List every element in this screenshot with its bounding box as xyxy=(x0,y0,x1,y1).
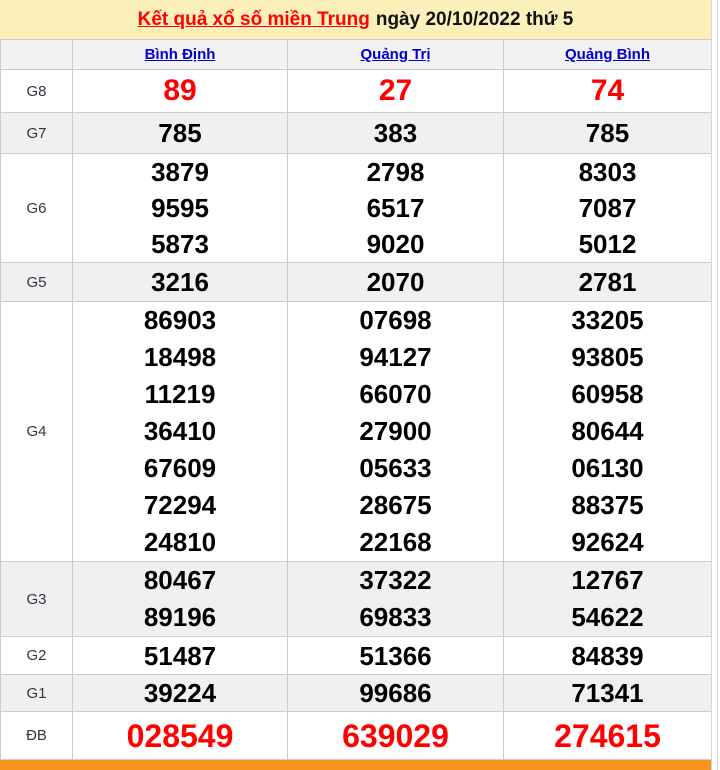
title-band: Kết quả xổ số miền Trung ngày 20/10/2022… xyxy=(0,0,711,40)
province-link-quang-tri[interactable]: Quảng Trị xyxy=(360,46,430,63)
prize-cell-g8-quang-binh: 74 xyxy=(503,69,712,114)
province-link-quang-binh[interactable]: Quảng Bình xyxy=(565,46,650,63)
prize-label-g3: G3 xyxy=(0,561,73,638)
prize-cell-db-binh-dinh: 028549 xyxy=(72,711,288,761)
page: Kết quả xổ số miền Trung ngày 20/10/2022… xyxy=(0,0,720,770)
prize-cell-g6-binh-dinh: 3879 9595 5873 xyxy=(72,153,288,264)
prize-row-g4: G4 86903 18498 11219 36410 67609 72294 2… xyxy=(0,301,712,563)
title-date: ngày 20/10/2022 thứ 5 xyxy=(375,8,574,30)
province-link-binh-dinh[interactable]: Bình Định xyxy=(145,46,216,63)
prize-label-g7: G7 xyxy=(0,112,73,155)
prize-row-g6: G6 3879 9595 5873 2798 6517 9020 8303 70… xyxy=(0,153,712,264)
prize-label-g6: G6 xyxy=(0,153,73,264)
prize-row-g2: G2 51487 51366 84839 xyxy=(0,636,712,676)
scrollbar-gutter[interactable] xyxy=(711,0,720,770)
corner-cell xyxy=(0,39,73,71)
prize-cell-g3-quang-binh: 12767 54622 xyxy=(503,561,712,638)
prize-label-g4: G4 xyxy=(0,301,73,563)
prize-cell-g6-quang-tri: 2798 6517 9020 xyxy=(287,153,504,264)
prize-label-g1: G1 xyxy=(0,674,73,713)
prize-cell-g3-quang-tri: 37322 69833 xyxy=(287,561,504,638)
column-header-row: Bình Định Quảng Trị Quảng Bình xyxy=(0,39,712,71)
title-link[interactable]: Kết quả xổ số miền Trung xyxy=(138,9,370,31)
prize-row-g3: G3 80467 89196 37322 69833 12767 54622 xyxy=(0,561,712,638)
scrollbar-track-line xyxy=(717,0,718,770)
prize-cell-g4-quang-tri: 07698 94127 66070 27900 05633 28675 2216… xyxy=(287,301,504,563)
prize-cell-g4-binh-dinh: 86903 18498 11219 36410 67609 72294 2481… xyxy=(72,301,288,563)
lottery-results-panel: Kết quả xổ số miền Trung ngày 20/10/2022… xyxy=(0,0,712,770)
prize-cell-db-quang-binh: 274615 xyxy=(503,711,712,761)
prize-row-g8: G8 89 27 74 xyxy=(0,69,712,114)
prize-label-g8: G8 xyxy=(0,69,73,114)
column-header-binh-dinh: Bình Định xyxy=(72,39,288,71)
column-header-quang-tri: Quảng Trị xyxy=(287,39,504,71)
prize-cell-g2-quang-binh: 84839 xyxy=(503,636,712,676)
prize-cell-g1-quang-tri: 99686 xyxy=(287,674,504,713)
prize-cell-g2-quang-tri: 51366 xyxy=(287,636,504,676)
bottom-orange-bar xyxy=(0,760,711,770)
prize-cell-g8-binh-dinh: 89 xyxy=(72,69,288,114)
prize-cell-db-quang-tri: 639029 xyxy=(287,711,504,761)
prize-cell-g8-quang-tri: 27 xyxy=(287,69,504,114)
prize-row-db: ĐB 028549 639029 274615 xyxy=(0,711,712,761)
prize-cell-g2-binh-dinh: 51487 xyxy=(72,636,288,676)
results-table: Bình Định Quảng Trị Quảng Bình G8 89 27 … xyxy=(0,39,712,761)
prize-cell-g4-quang-binh: 33205 93805 60958 80644 06130 88375 9262… xyxy=(503,301,712,563)
prize-cell-g6-quang-binh: 8303 7087 5012 xyxy=(503,153,712,264)
prize-cell-g1-binh-dinh: 39224 xyxy=(72,674,288,713)
prize-cell-g5-binh-dinh: 3216 xyxy=(72,262,288,303)
prize-cell-g1-quang-binh: 71341 xyxy=(503,674,712,713)
prize-cell-g5-quang-tri: 2070 xyxy=(287,262,504,303)
prize-cell-g7-quang-tri: 383 xyxy=(287,112,504,155)
prize-row-g7: G7 785 383 785 xyxy=(0,112,712,155)
column-header-quang-binh: Quảng Bình xyxy=(503,39,712,71)
prize-cell-g7-binh-dinh: 785 xyxy=(72,112,288,155)
prize-row-g5: G5 3216 2070 2781 xyxy=(0,262,712,303)
prize-row-g1: G1 39224 99686 71341 xyxy=(0,674,712,713)
prize-cell-g5-quang-binh: 2781 xyxy=(503,262,712,303)
prize-label-g2: G2 xyxy=(0,636,73,676)
prize-cell-g3-binh-dinh: 80467 89196 xyxy=(72,561,288,638)
prize-cell-g7-quang-binh: 785 xyxy=(503,112,712,155)
prize-label-db: ĐB xyxy=(0,711,73,761)
prize-label-g5: G5 xyxy=(0,262,73,303)
